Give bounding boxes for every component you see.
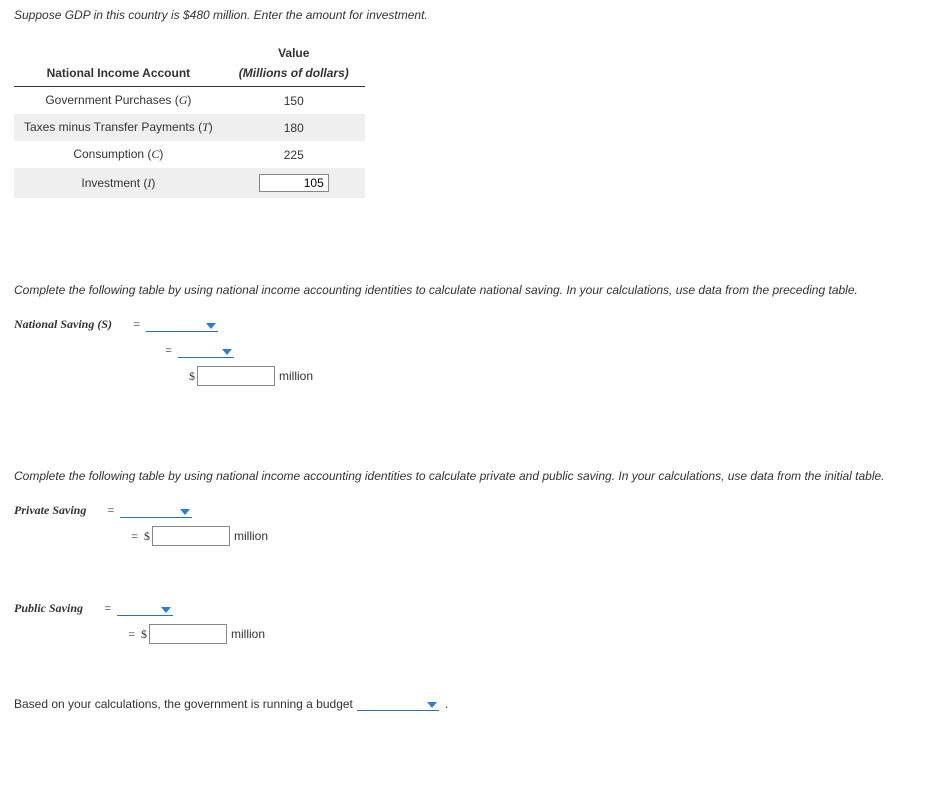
chevron-down-icon [161,607,171,613]
pub-amount-input[interactable] [149,624,227,644]
ns-amount-input[interactable] [197,366,275,386]
ns-formula-dropdown-2[interactable] [178,342,234,358]
national-saving-label: National Saving (S) [14,317,116,332]
priv-amount-input[interactable] [152,526,230,546]
public-saving-block: Public Saving = = $ million [14,595,935,647]
intro-text: Suppose GDP in this country is $480 mill… [14,8,935,22]
national-saving-block: National Saving (S) = = $ million [14,311,935,389]
budget-dropdown[interactable] [357,695,439,711]
row-label: Taxes minus Transfer Payments (T) [14,114,223,141]
unit-label: million [231,627,265,641]
row-label: Government Purchases (G) [14,87,223,115]
priv-formula-dropdown[interactable] [120,502,192,518]
conclusion-suffix: . [445,697,448,711]
account-header: National Income Account [14,60,223,87]
equals-sign: = [87,601,117,616]
priv-pub-instruction: Complete the following table by using na… [14,469,935,483]
equals-sign: = [14,627,141,642]
private-saving-label: Private Saving [14,503,90,518]
row-label: Consumption (C) [14,141,223,168]
equals-sign: = [116,317,146,332]
pub-formula-dropdown[interactable] [117,600,173,616]
row-value: 180 [223,114,365,141]
equals-sign: = [14,343,178,358]
table-row: Government Purchases (G) 150 [14,87,365,115]
conclusion-prefix: Based on your calculations, the governme… [14,697,353,711]
currency-symbol: $ [144,529,150,544]
table-row: Consumption (C) 225 [14,141,365,168]
value-header-sub: (Millions of dollars) [223,60,365,87]
ns-formula-dropdown-1[interactable] [146,316,218,332]
row-value: 150 [223,87,365,115]
chevron-down-icon [180,509,190,515]
row-value: 225 [223,141,365,168]
investment-input[interactable] [259,174,329,192]
equals-sign: = [90,503,120,518]
chevron-down-icon [206,323,216,329]
private-saving-block: Private Saving = = $ million [14,497,935,549]
national-saving-instruction: Complete the following table by using na… [14,283,935,297]
equals-sign: = [14,529,144,544]
table-row: Investment (I) [14,168,365,198]
table-row: Taxes minus Transfer Payments (T) 180 [14,114,365,141]
currency-symbol: $ [189,369,195,384]
budget-conclusion: Based on your calculations, the governme… [14,695,935,711]
unit-label: million [234,529,268,543]
chevron-down-icon [427,702,437,708]
investment-label: Investment (I) [14,168,223,198]
national-income-table: Value National Income Account (Millions … [14,40,365,198]
currency-symbol: $ [141,627,147,642]
public-saving-label: Public Saving [14,601,87,616]
chevron-down-icon [222,349,232,355]
unit-label: million [279,369,313,383]
value-header-top: Value [223,40,365,60]
